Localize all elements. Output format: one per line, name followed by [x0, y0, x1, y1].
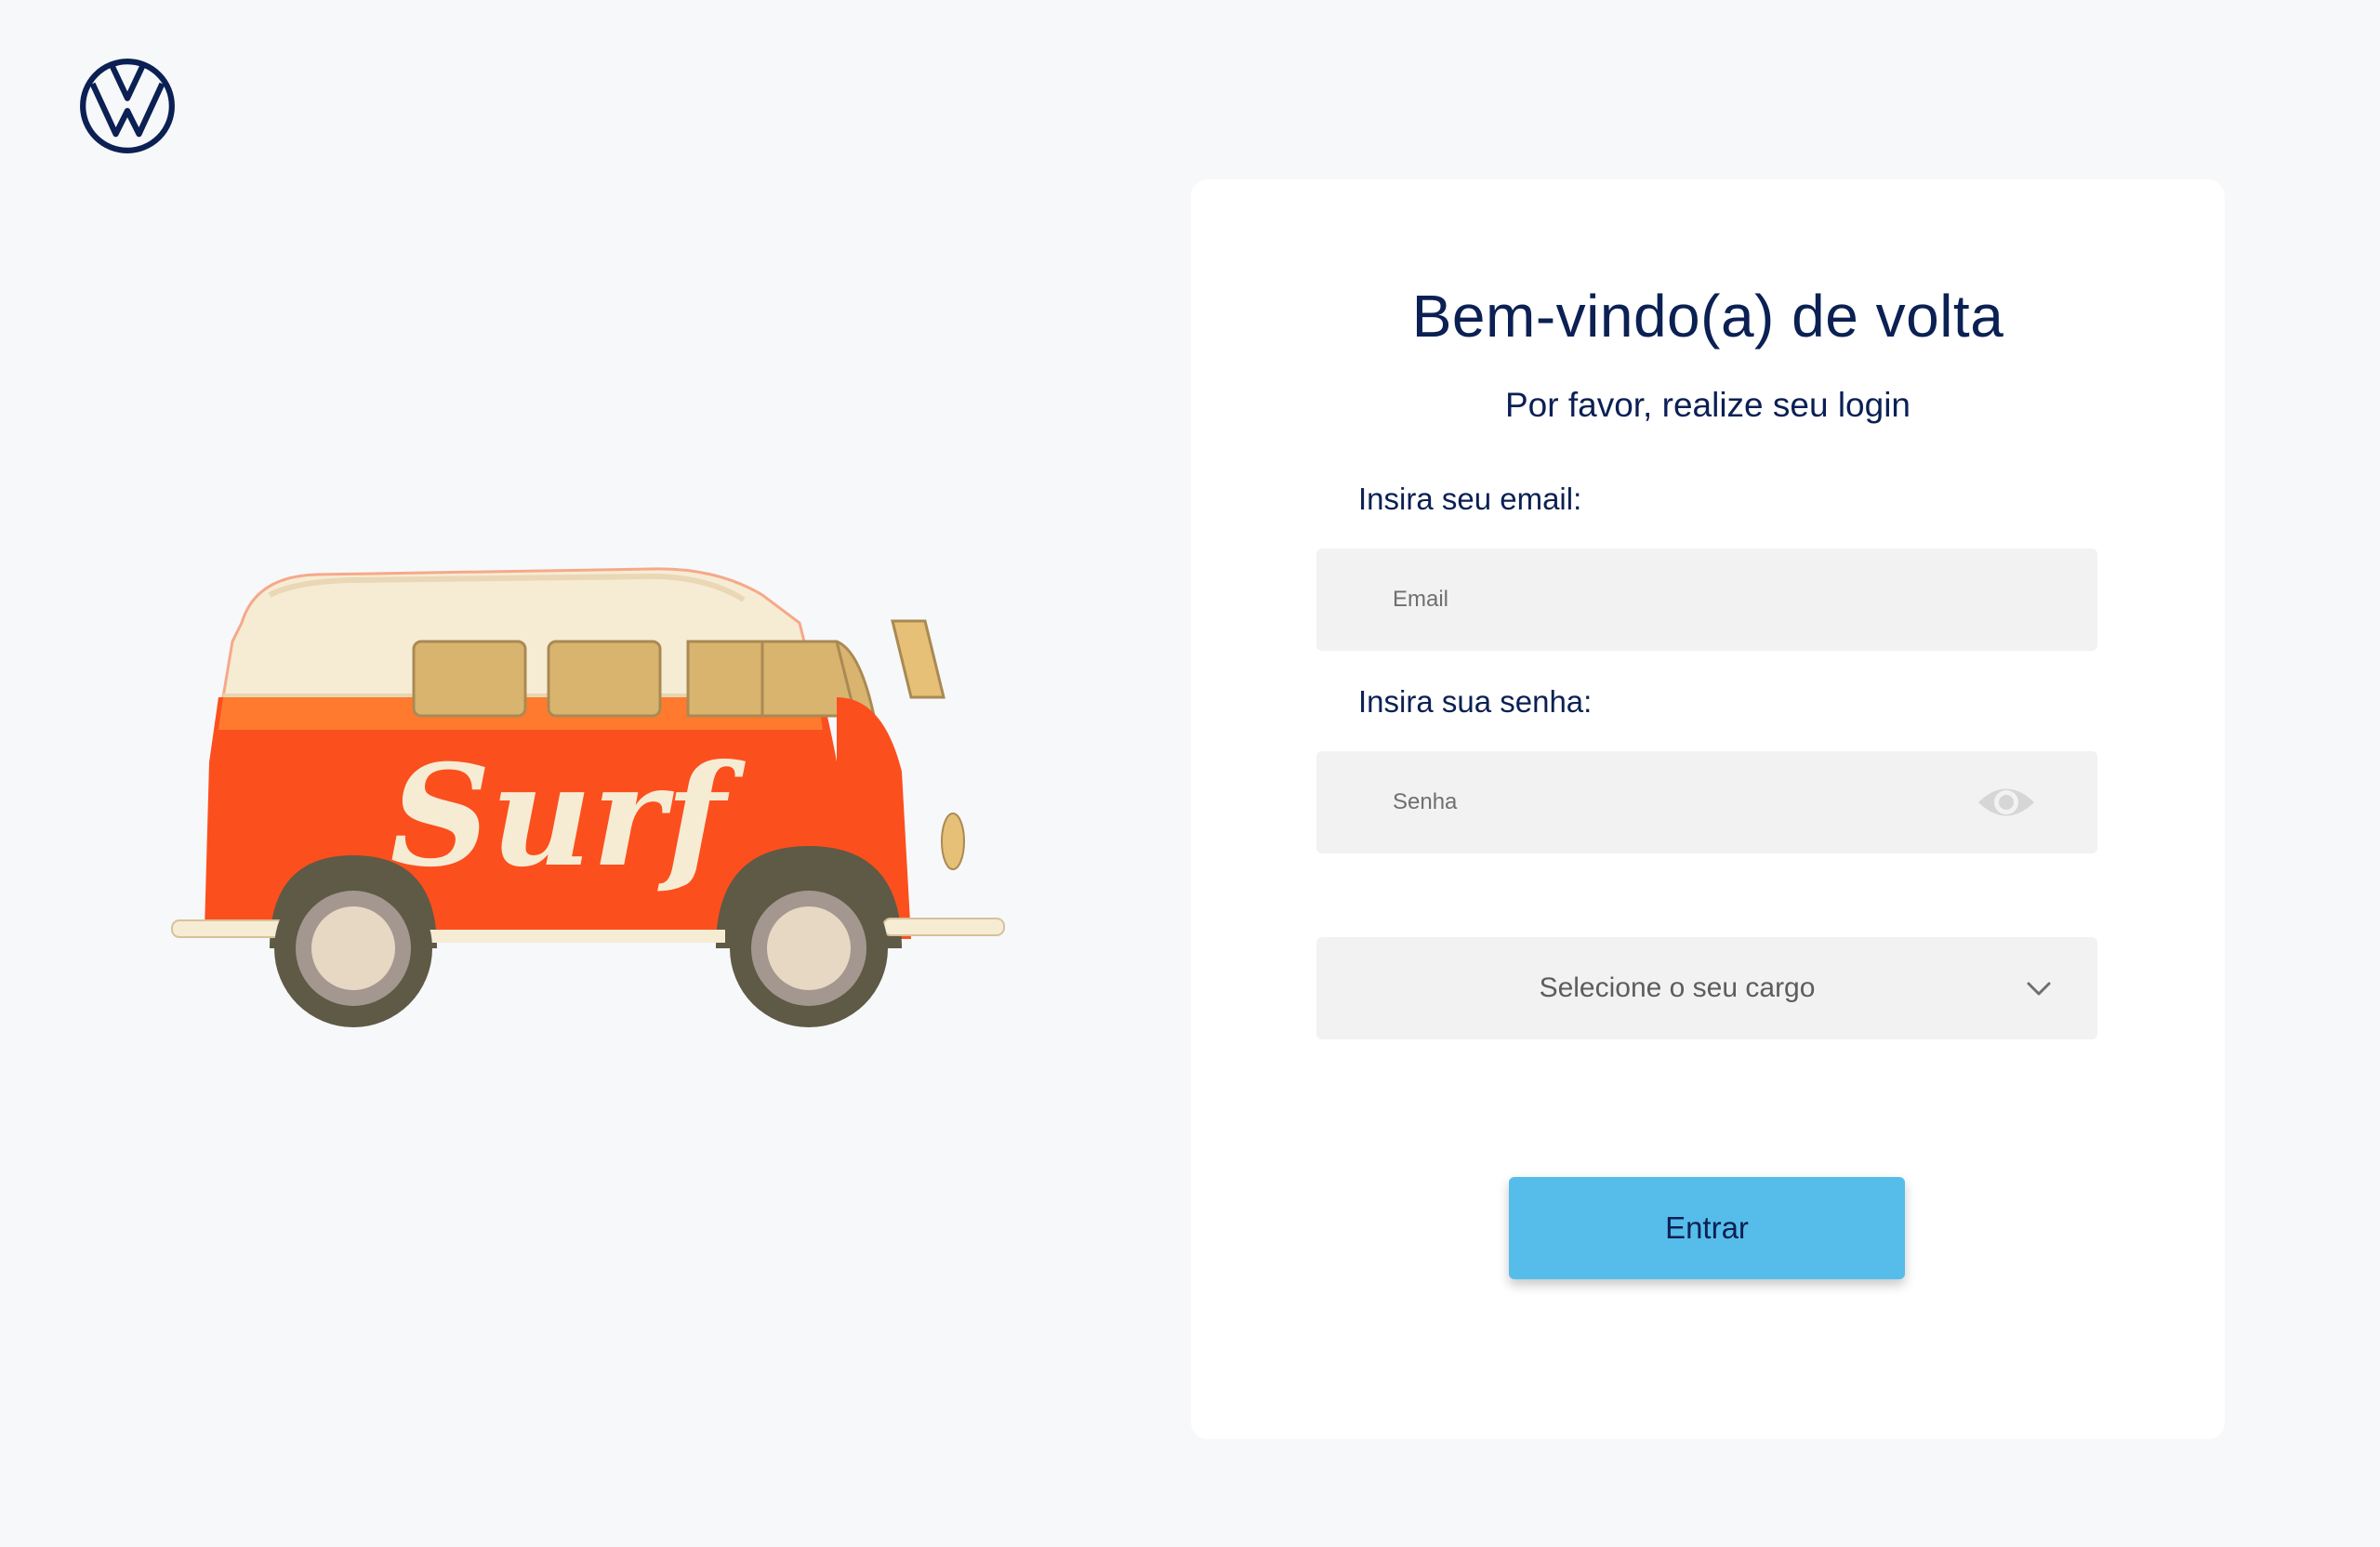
login-card: Bem-vindo(a) de volta Por favor, realize…	[1191, 179, 2225, 1439]
password-label: Insira sua senha:	[1358, 684, 1593, 719]
email-field-container	[1316, 549, 2097, 651]
password-field[interactable]	[1391, 788, 1952, 816]
surf-van-illustration: Surf	[171, 567, 1005, 1027]
email-label: Insira seu email:	[1358, 482, 1582, 516]
page-title: Bem-vindo(a) de volta	[1411, 283, 2004, 350]
svg-text:Surf: Surf	[390, 734, 746, 898]
role-select[interactable]: Selecione o seu cargo	[1316, 937, 2097, 1039]
page-subtitle: Por favor, realize seu login	[1504, 386, 1911, 424]
email-field[interactable]	[1391, 586, 1952, 614]
password-field-container	[1316, 751, 2097, 853]
role-select-value: Selecione o seu cargo	[1539, 972, 1816, 1003]
login-button[interactable]: Entrar	[1509, 1177, 1905, 1279]
volkswagen-logo-icon	[80, 59, 175, 153]
chevron-down-icon	[2027, 982, 2051, 996]
eye-icon[interactable]	[1976, 781, 2037, 824]
